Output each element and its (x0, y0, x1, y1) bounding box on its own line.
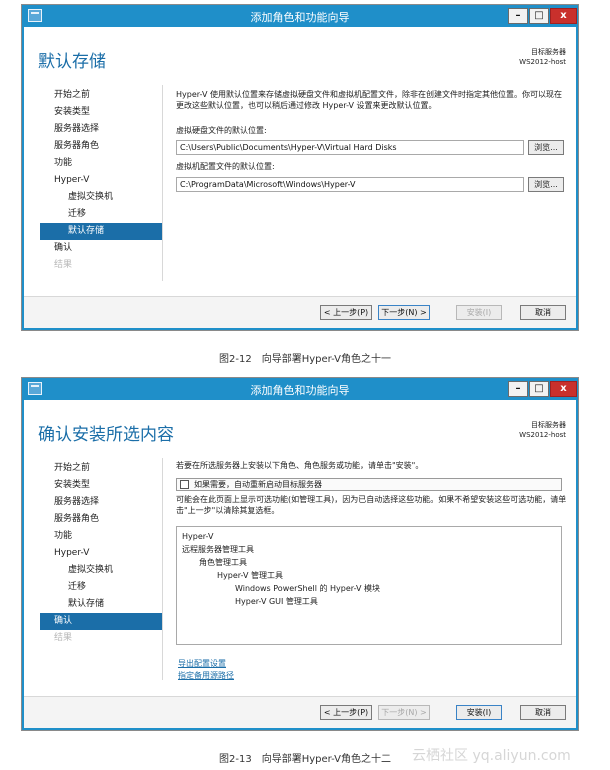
nav-item: 结果 (54, 633, 73, 643)
minimize-button[interactable]: – (508, 8, 528, 24)
maximize-button[interactable]: □ (529, 381, 549, 397)
nav-item[interactable]: 安装类型 (40, 104, 162, 121)
nav-item[interactable]: 开始之前 (40, 460, 162, 477)
nav-item[interactable]: 服务器选择 (40, 121, 162, 138)
restart-checkbox[interactable] (180, 480, 189, 489)
vhd-location-input[interactable]: C:\Users\Public\Documents\Hyper-V\Virtua… (176, 140, 524, 155)
maximize-button[interactable]: □ (529, 8, 549, 24)
nav-item[interactable]: 确认 (40, 240, 162, 257)
window-title: 添加角色和功能向导 (250, 384, 350, 397)
confirm-intro-text: 若要在所选服务器上安装以下角色、角色服务或功能，请单击"安装"。 (176, 461, 424, 470)
nav-item[interactable]: Hyper-V (40, 545, 162, 562)
selection-list-item: Windows PowerShell 的 Hyper-V 模块 (235, 584, 381, 593)
install-button[interactable]: 安装(I) (456, 705, 502, 720)
nav-item[interactable]: 功能 (40, 155, 162, 172)
nav-item[interactable]: 虚拟交换机 (40, 189, 162, 206)
config-browse-button[interactable]: 浏览... (528, 177, 564, 192)
wizard-nav: 开始之前 安装类型 服务器选择 服务器角色 功能 Hyper-V 虚拟交换机 迁移 默认存储 确认… (40, 87, 162, 274)
nav-item[interactable]: 默认存储 (40, 223, 162, 240)
target-server-label: 目标服务器 (531, 48, 566, 56)
nav-item[interactable]: 安装类型 (40, 477, 162, 494)
vhd-location-label: 虚拟硬盘文件的默认位置: (176, 126, 267, 135)
target-server-name: WS2012-host (519, 431, 566, 439)
nav-item[interactable]: Hyper-V (40, 172, 162, 189)
wizard-footer: < 上一步(P) 下一步(N) > 安装(I) 取消 (24, 696, 576, 728)
cancel-button[interactable]: 取消 (520, 705, 566, 720)
nav-item[interactable]: 迁移 (40, 206, 162, 223)
nav-item[interactable]: 确认 (40, 613, 162, 630)
nav-item[interactable]: 虚拟交换机 (40, 562, 162, 579)
close-button[interactable]: x (550, 8, 577, 24)
install-button[interactable]: 安装(I) (456, 305, 502, 320)
selection-list[interactable]: Hyper-V 远程服务器管理工具角色管理工具 Hyper-V 管理工具 Window… (176, 526, 562, 645)
wizard-footer: < 上一步(P) 下一步(N) > 安装(I) 取消 (24, 296, 576, 328)
target-server-name: WS2012-host (519, 58, 566, 66)
minimize-button[interactable]: – (508, 381, 528, 397)
title-bar[interactable]: 添加角色和功能向导 – □ x (22, 378, 578, 400)
nav-divider (162, 85, 163, 281)
close-button[interactable]: x (550, 381, 577, 397)
wizard-nav: 开始之前 安装类型 服务器选择 服务器角色 功能 Hyper-V 虚拟交换机 迁移 默认存储 确认… (40, 460, 162, 647)
config-location-label: 虚拟机配置文件的默认位置: (176, 162, 275, 171)
page-title: 默认存储 (38, 52, 106, 72)
selection-list-item: Hyper-V 管理工具 (217, 571, 283, 580)
previous-button[interactable]: < 上一步(P) (320, 305, 372, 320)
previous-button[interactable]: < 上一步(P) (320, 705, 372, 720)
alternate-source-link[interactable]: 指定备用源路径 (178, 670, 234, 681)
nav-item[interactable]: 开始之前 (40, 87, 162, 104)
wizard-content: 默认存储 目标服务器 WS2012-host 开始之前 安装类型 服务器选择 服务器角… (24, 27, 576, 328)
figure-caption-1: 图2-12 向导部署Hyper-V角色之十一 (219, 354, 391, 365)
nav-item[interactable]: 服务器角色 (40, 511, 162, 528)
next-button[interactable]: 下一步(N) > (378, 305, 430, 320)
vhd-browse-button[interactable]: 浏览... (528, 140, 564, 155)
optional-features-note: 可能会在此页面上显示可选功能(如管理工具)，因为已自动选择这些功能。如果不希望安… (176, 495, 567, 515)
export-settings-link[interactable]: 导出配置设置 (178, 658, 226, 669)
target-server: 目标服务器 WS2012-host (519, 420, 566, 440)
nav-item[interactable]: 服务器角色 (40, 138, 162, 155)
next-button[interactable]: 下一步(N) > (378, 705, 430, 720)
wizard-content: 确认安装所选内容 目标服务器 WS2012-host 开始之前 安装类型 服务器选择… (24, 400, 576, 728)
page-title: 确认安装所选内容 (38, 425, 174, 445)
cancel-button[interactable]: 取消 (520, 305, 566, 320)
wizard-window-confirm: 添加角色和功能向导 – □ x 确认安装所选内容 目标服务器 WS2012-ho… (21, 377, 579, 731)
target-server: 目标服务器 WS2012-host (519, 47, 566, 67)
nav-item[interactable]: 默认存储 (40, 596, 162, 613)
target-server-label: 目标服务器 (531, 421, 566, 429)
selection-list-item: Hyper-V GUI 管理工具 (235, 597, 318, 606)
selection-list-item: 远程服务器管理工具 (182, 545, 254, 554)
nav-item: 结果 (54, 260, 73, 270)
wizard-window-default-storage: 添加角色和功能向导 – □ x 默认存储 目标服务器 WS2012-host 开… (21, 4, 579, 331)
nav-item[interactable]: 迁移 (40, 579, 162, 596)
nav-item[interactable]: 功能 (40, 528, 162, 545)
nav-item[interactable]: 服务器选择 (40, 494, 162, 511)
watermark-text: 云栖社区 yq.aliyun.com (412, 748, 571, 764)
window-title: 添加角色和功能向导 (250, 11, 350, 24)
title-bar[interactable]: 添加角色和功能向导 – □ x (22, 5, 578, 27)
nav-divider (162, 458, 163, 680)
description-text: Hyper-V 使用默认位置来存储虚拟硬盘文件和虚拟机配置文件，除非在创建文件时… (176, 90, 562, 110)
config-location-input[interactable]: C:\ProgramData\Microsoft\Windows\Hyper-V (176, 177, 524, 192)
selection-list-item: 角色管理工具 (199, 558, 247, 567)
selection-list-item: Hyper-V (182, 532, 214, 541)
restart-label: 如果需要，自动重新启动目标服务器 (194, 480, 322, 489)
